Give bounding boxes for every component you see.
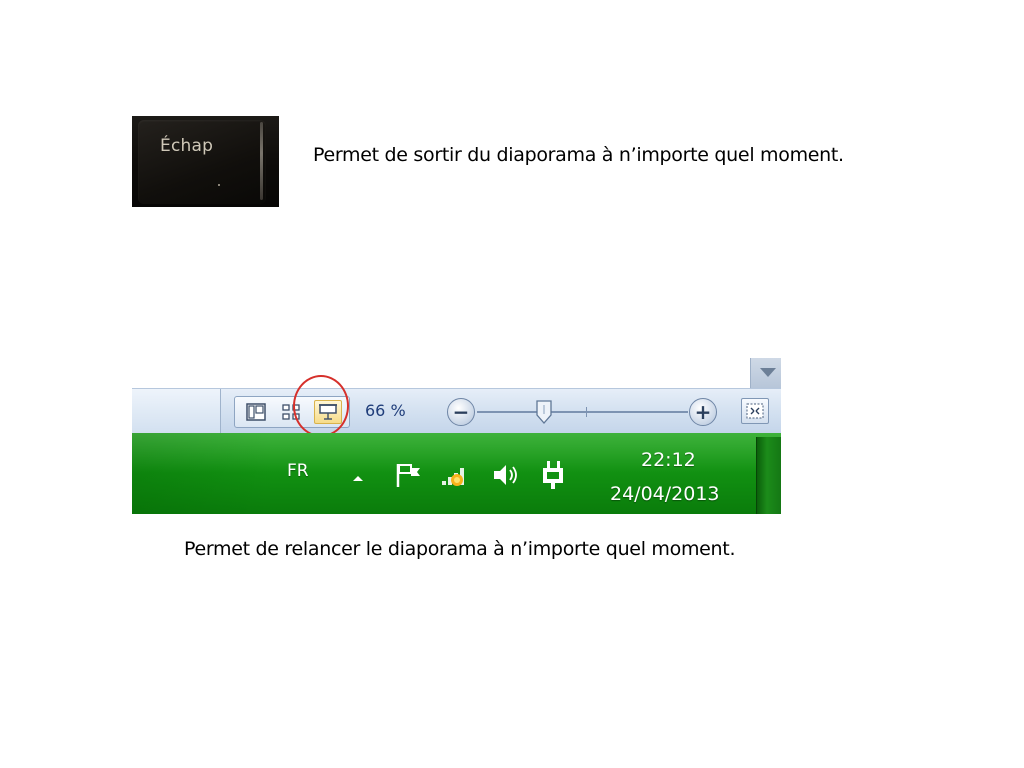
fit-slide-to-window-button[interactable]: [741, 398, 769, 424]
escape-key-label: Échap: [160, 136, 214, 156]
zoom-out-button[interactable]: −: [447, 398, 475, 426]
volume-icon[interactable]: [491, 461, 523, 489]
screenshot-crop: 66 % − + FR 22:12 24/04/2013: [132, 358, 781, 514]
plus-icon: +: [694, 400, 712, 424]
zoom-slider-track[interactable]: [477, 407, 688, 417]
action-center-flag-icon[interactable]: [394, 461, 424, 489]
fit-to-window-icon: [746, 403, 764, 419]
escape-key-edge: [260, 122, 263, 200]
normal-view-icon: [246, 403, 266, 421]
scroll-down-arrow-icon: [760, 368, 776, 377]
clock-date[interactable]: 24/04/2013: [610, 483, 720, 505]
power-plug-icon[interactable]: [539, 459, 569, 491]
clock-time[interactable]: 22:12: [641, 449, 696, 471]
status-bar-left-pane: [132, 389, 221, 434]
powerpoint-status-bar: 66 % − +: [132, 388, 781, 434]
escape-key-cap: [138, 120, 266, 204]
normal-view-button[interactable]: [242, 400, 270, 424]
zoom-level[interactable]: 66 %: [365, 401, 406, 420]
windows-taskbar: FR 22:12 24/04/2013: [132, 433, 781, 514]
escape-caption: Permet de sortir du diaporama à n’import…: [313, 144, 844, 166]
escape-key-dot: [218, 184, 220, 186]
language-indicator[interactable]: FR: [287, 461, 309, 481]
zoom-slider-thumb[interactable]: [535, 400, 553, 424]
zoom-slider-midmark: [586, 407, 587, 417]
highlight-circle-annotation: [293, 375, 349, 437]
escape-key-photo: Échap: [132, 116, 279, 207]
network-signal-icon[interactable]: [440, 463, 472, 489]
minus-icon: −: [452, 400, 470, 424]
scrollbar-down-button[interactable]: [750, 358, 781, 388]
slideshow-caption: Permet de relancer le diaporama à n’impo…: [184, 538, 736, 560]
zoom-in-button[interactable]: +: [689, 398, 717, 426]
show-desktop-button[interactable]: [756, 437, 781, 514]
show-hidden-icons-arrow-icon[interactable]: [351, 473, 365, 483]
